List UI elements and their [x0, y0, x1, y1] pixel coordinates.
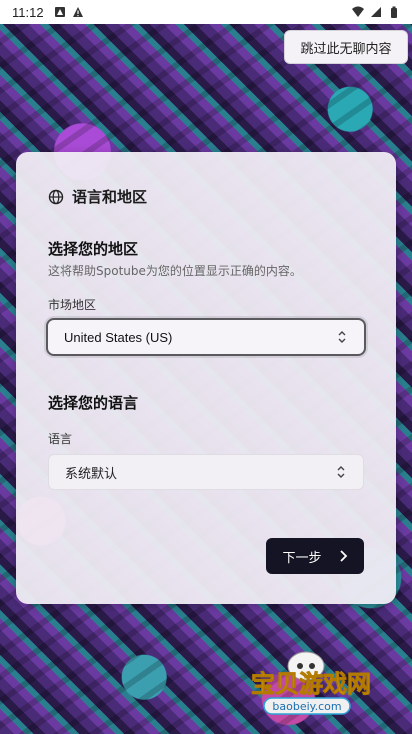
region-heading: 选择您的地区	[48, 240, 139, 258]
status-time: 11:12	[12, 4, 44, 20]
signal-icon	[371, 7, 381, 17]
globe-icon	[48, 189, 64, 204]
watermark-logo: 宝贝游戏网 baobeiy.com	[251, 651, 371, 715]
next-button[interactable]: 下一步	[266, 538, 364, 574]
language-value: 系统默认	[65, 466, 118, 482]
wifi-icon	[352, 6, 364, 17]
language-select[interactable]: 系统默认	[48, 454, 364, 490]
chevron-right-icon	[339, 550, 347, 562]
chevron-updown-icon	[338, 331, 346, 343]
notification-icon	[54, 7, 65, 17]
region-description: 这将帮助Spotube为您的位置显示正确的内容。	[48, 264, 302, 278]
market-region-label: 市场地区	[48, 298, 97, 312]
card-header: 语言和地区	[48, 186, 147, 207]
language-label: 语言	[48, 432, 73, 446]
card-title: 语言和地区	[72, 188, 148, 206]
battery-icon	[391, 6, 397, 18]
next-button-label: 下一步	[282, 550, 322, 566]
status-left-icons	[54, 6, 84, 18]
skip-button[interactable]: 跳过此无聊内容	[284, 30, 408, 64]
market-region-select[interactable]: United States (US)	[46, 318, 366, 356]
chevron-updown-icon	[337, 466, 345, 478]
language-heading: 选择您的语言	[48, 394, 139, 412]
status-right-icons	[352, 6, 400, 18]
onboarding-card: 语言和地区 选择您的地区 这将帮助Spotube为您的位置显示正确的内容。 市场…	[16, 152, 396, 604]
watermark-url: baobeiy.com	[272, 700, 341, 713]
skip-button-label: 跳过此无聊内容	[300, 41, 392, 57]
watermark-title: 宝贝游戏网	[251, 670, 371, 698]
market-region-value: United States (US)	[64, 329, 173, 345]
status-bar: 11:12	[0, 0, 412, 24]
warning-icon	[72, 7, 83, 17]
